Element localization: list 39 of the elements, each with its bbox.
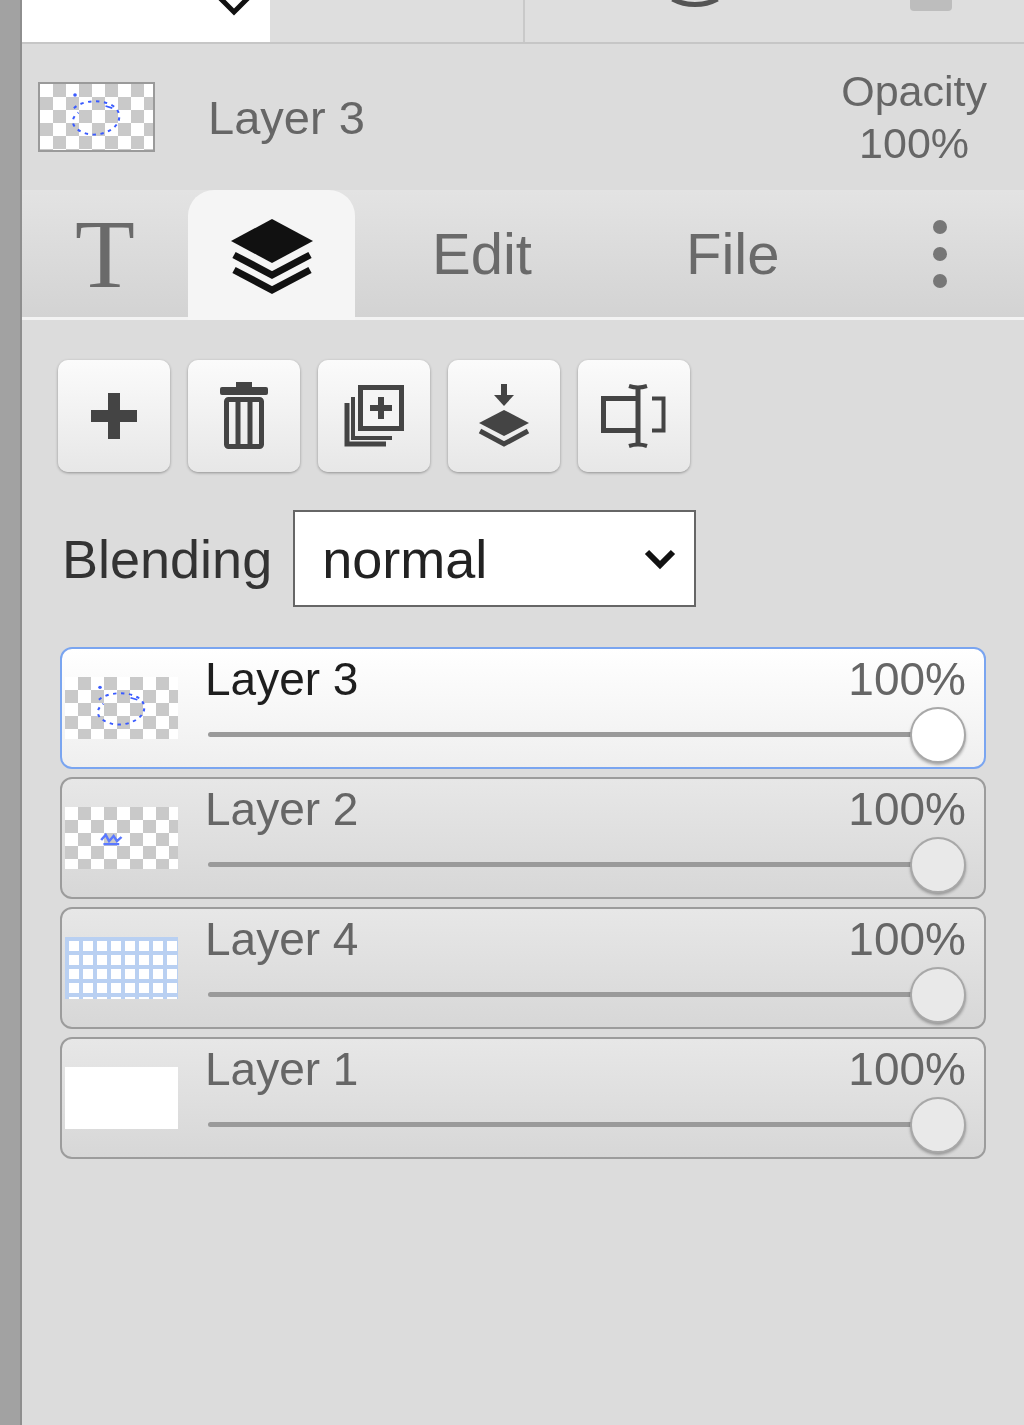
blend-mode-select[interactable]: normal bbox=[293, 510, 697, 607]
layer-item[interactable]: Layer 3 100% bbox=[60, 647, 986, 769]
add-layer-button[interactable] bbox=[58, 360, 170, 472]
opacity-value: 100% bbox=[848, 1043, 966, 1095]
trash-icon bbox=[220, 382, 268, 450]
layer-name: Layer 3 bbox=[208, 89, 365, 145]
caret-icon bbox=[216, 0, 252, 16]
menu-tab[interactable]: File bbox=[608, 190, 857, 317]
dropdown-field[interactable] bbox=[22, 0, 270, 42]
duplicate-layer-button[interactable] bbox=[318, 360, 430, 472]
slider-thumb[interactable] bbox=[910, 837, 966, 893]
blending-label: Blending bbox=[62, 527, 273, 590]
layer-name: Layer 2 bbox=[205, 783, 359, 835]
layer-item[interactable]: Layer 4 100% bbox=[60, 907, 986, 1029]
duplicate-icon bbox=[344, 385, 404, 447]
rename-layer-button[interactable] bbox=[578, 360, 690, 472]
slider-thumb[interactable] bbox=[910, 1097, 966, 1153]
text-cursor-icon bbox=[600, 383, 668, 449]
menu-tab[interactable]: Edit bbox=[355, 190, 609, 317]
layer-name: Layer 3 bbox=[205, 653, 359, 705]
chevron-icon bbox=[643, 547, 678, 570]
delete-layer-button[interactable] bbox=[188, 360, 300, 472]
opacity-value: 100% bbox=[848, 913, 966, 965]
layer-name: Layer 1 bbox=[205, 1043, 359, 1095]
opacity-value: 100% bbox=[859, 118, 970, 169]
text-tool-tab[interactable]: T bbox=[22, 190, 188, 317]
opacity-label: Opacity bbox=[841, 66, 987, 117]
more-icon bbox=[932, 218, 949, 289]
layers-tab[interactable] bbox=[188, 190, 355, 320]
plus-icon bbox=[91, 393, 137, 439]
opacity-value: 100% bbox=[848, 653, 966, 705]
merge-down-icon bbox=[477, 384, 531, 448]
opacity-value: 100% bbox=[848, 783, 966, 835]
layer-item[interactable]: Layer 2 100% bbox=[60, 777, 986, 899]
layer-item[interactable]: Layer 1 100% bbox=[60, 1037, 986, 1159]
slider-thumb[interactable] bbox=[910, 967, 966, 1023]
merge-down-button[interactable] bbox=[448, 360, 560, 472]
layer-name: Layer 4 bbox=[205, 913, 359, 965]
slider-thumb[interactable] bbox=[910, 707, 966, 763]
